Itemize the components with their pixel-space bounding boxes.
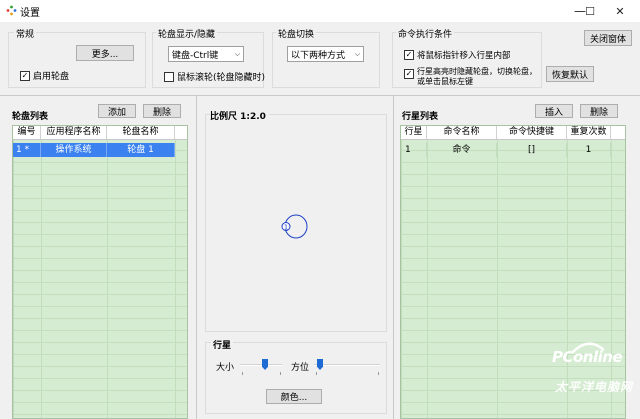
planet-preview[interactable]: 1 (280, 213, 310, 241)
slider-tick (378, 372, 379, 375)
switch-group-label: 轮盘切换 (276, 27, 317, 40)
table-header: 行星 命令名称 命令快捷键 重复次数 (401, 126, 625, 140)
switch-mode-select[interactable]: 以下两种方式 ⌵ (287, 46, 364, 62)
slider-tick (242, 372, 243, 375)
checkbox-box: ✓ (20, 70, 30, 81)
column-header[interactable]: 编号 (13, 126, 41, 139)
slider-track (240, 364, 282, 366)
slider-tick (280, 372, 281, 375)
close-window-button[interactable]: 关闭窗体 (584, 30, 632, 46)
exec-option-2-label: 行星高亮时隐藏轮盘，切换轮盘， 或单击鼠标左键 (417, 67, 537, 87)
delete-planet-button[interactable]: 删除 (580, 104, 618, 118)
wheel-hide-label: 鼠标滚轮(轮盘隐藏时) (177, 73, 266, 83)
general-group-label: 常规 (14, 27, 37, 40)
pconline-logo: PConline (548, 340, 632, 366)
exec-option-1-checkbox[interactable]: ✓ 将鼠标指针移入行星内部 (404, 49, 511, 61)
exec-option-2-line-2: 或单击鼠标左键 (417, 77, 473, 86)
column-divider (427, 126, 428, 418)
wheel-list-title: 轮盘列表 (12, 112, 49, 122)
column-divider (41, 126, 42, 418)
delete-wheel-button[interactable]: 删除 (143, 104, 181, 118)
maximize-button[interactable]: ☐ (578, 0, 602, 22)
watermark-subtitle: 太平洋电脑网 (555, 380, 634, 394)
exec-option-2-checkbox[interactable]: ✓ 行星高亮时隐藏轮盘，切换轮盘， 或单击鼠标左键 (404, 67, 539, 87)
chevron-down-icon: ⌵ (234, 49, 240, 58)
close-button[interactable]: ✕ (600, 0, 640, 22)
planet-group-label: 行星 (211, 338, 234, 351)
column-header[interactable]: 行星 (401, 126, 427, 139)
cell-app: 操作系统 (41, 143, 107, 157)
column-divider (497, 126, 498, 418)
insert-planet-button[interactable]: 插入 (535, 104, 573, 118)
column-divider (567, 126, 568, 418)
divider (196, 96, 197, 419)
color-button[interactable]: 颜色... (266, 389, 322, 404)
planet-list-title: 行星列表 (402, 112, 439, 122)
display-group-label: 轮盘显示/隐藏 (156, 27, 218, 40)
column-divider (175, 126, 176, 418)
divider (393, 96, 394, 419)
size-slider[interactable] (240, 359, 282, 375)
cell-id: 1 * (13, 143, 41, 157)
planet-list-table[interactable]: 行星 命令名称 命令快捷键 重复次数 1 命令 [] 1 (400, 125, 626, 419)
add-wheel-button[interactable]: 添加 (98, 104, 136, 118)
cell-hotkey: [] (497, 143, 567, 157)
scale-label: 比例尺 1:2.0 (210, 109, 269, 122)
chevron-down-icon: ⌵ (354, 49, 360, 58)
wheel-hide-checkbox[interactable]: 鼠标滚轮(轮盘隐藏时) (164, 70, 265, 83)
slider-track (314, 364, 380, 366)
exec-group-label: 命令执行条件 (396, 27, 455, 40)
enable-wheel-checkbox[interactable]: ✓ 启用轮盘 (20, 69, 69, 82)
restore-default-button[interactable]: 恢复默认 (546, 66, 594, 82)
cell-command-name: 命令 (427, 143, 497, 157)
direction-slider[interactable] (314, 359, 380, 375)
size-label: 大小 (216, 363, 235, 373)
divider (0, 95, 640, 96)
hotkey-select[interactable]: 键盘-Ctrl键 ⌵ (168, 46, 244, 62)
column-divider (611, 126, 612, 418)
more-button[interactable]: 更多... (76, 45, 134, 61)
close-icon: ✕ (615, 4, 625, 18)
table-header: 编号 应用程序名称 轮盘名称 (13, 126, 187, 140)
title-bar: 设置 — ✕ ☐ (0, 0, 640, 22)
column-header[interactable]: 重复次数 (567, 126, 611, 139)
column-header[interactable]: 命令快捷键 (497, 126, 567, 139)
cell-planet: 1 (401, 143, 427, 157)
cell-wheel: 轮盘 1 (107, 143, 175, 157)
enable-wheel-label: 启用轮盘 (33, 72, 70, 82)
column-header[interactable]: 命令名称 (427, 126, 497, 139)
table-row[interactable]: 1 命令 [] 1 (401, 143, 625, 157)
column-divider (107, 126, 108, 418)
hotkey-select-value: 键盘-Ctrl键 (172, 50, 219, 61)
slider-thumb[interactable] (317, 359, 323, 370)
maximize-icon: ☐ (585, 4, 595, 18)
switch-mode-value: 以下两种方式 (291, 50, 346, 61)
wheel-list-table[interactable]: 编号 应用程序名称 轮盘名称 1 * 操作系统 轮盘 1 (12, 125, 188, 419)
column-header[interactable]: 轮盘名称 (107, 126, 175, 139)
slider-tick (316, 372, 317, 375)
exec-option-2-line-1: 行星高亮时隐藏轮盘，切换轮盘， (417, 67, 537, 76)
column-header[interactable]: 应用程序名称 (41, 126, 107, 139)
planet-number: 1 (284, 224, 288, 232)
exec-option-1-label: 将鼠标指针移入行星内部 (417, 51, 511, 61)
checkbox-box (164, 71, 174, 82)
checkbox-box: ✓ (404, 69, 414, 79)
window-title: 设置 (20, 8, 40, 19)
app-icon (6, 5, 17, 16)
table-row[interactable]: 1 * 操作系统 轮盘 1 (13, 143, 187, 157)
checkbox-box: ✓ (404, 50, 414, 60)
watermark-brand: PConline (552, 348, 623, 366)
direction-label: 方位 (291, 363, 310, 373)
cell-repeat: 1 (567, 143, 611, 157)
slider-thumb[interactable] (262, 359, 268, 370)
